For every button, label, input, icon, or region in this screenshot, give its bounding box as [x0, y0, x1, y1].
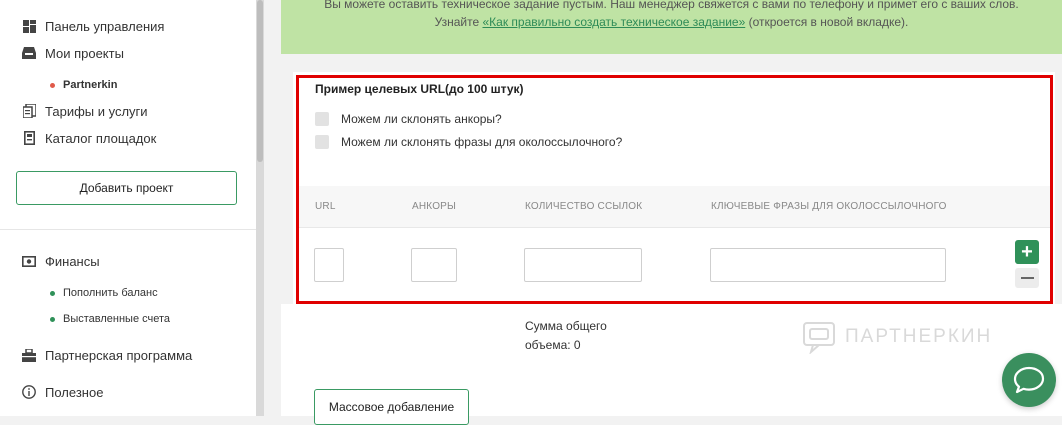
sidebar-item-projects[interactable]: Мои проекты [22, 43, 124, 63]
tariffs-icon [22, 104, 36, 118]
project-label: Partnerkin [63, 79, 118, 91]
subitem-dot [50, 290, 55, 296]
subitem-dot [50, 316, 55, 322]
project-dot [50, 82, 55, 88]
sidebar-item-project-partnerkin[interactable]: Partnerkin [50, 79, 117, 91]
info-icon [22, 385, 36, 399]
inbox-icon [22, 46, 36, 60]
sidebar-item-partner-program[interactable]: Партнерская программа [22, 345, 192, 365]
total-volume-line1: Сумма общего [525, 319, 607, 333]
dashboard-icon [22, 19, 36, 33]
sidebar-item-top-up[interactable]: Пополнить баланс [50, 287, 158, 299]
sidebar-item-label: Полезное [45, 384, 104, 400]
watermark-text: ПАРТНЕРКИН [845, 326, 993, 347]
catalog-icon [22, 131, 36, 145]
watermark-logo-icon [803, 322, 835, 354]
total-volume-line2: объема: 0 [525, 338, 581, 352]
sidebar-item-label: Мои проекты [45, 45, 124, 61]
sidebar: Панель управления Мои проекты Partnerkin… [0, 0, 256, 416]
highlight-frame [296, 75, 1053, 304]
sidebar-item-catalog[interactable]: Каталог площадок [22, 128, 156, 148]
sidebar-item-tariffs[interactable]: Тарифы и услуги [22, 101, 148, 121]
subitem-label: Пополнить баланс [63, 287, 158, 299]
sidebar-divider [0, 229, 256, 230]
sidebar-item-label: Тарифы и услуги [45, 103, 148, 119]
mass-add-button[interactable]: Массовое добавление [314, 389, 469, 425]
sidebar-item-dashboard[interactable]: Панель управления [22, 16, 164, 36]
sidebar-item-finance[interactable]: Финансы [22, 251, 100, 271]
sidebar-item-label: Панель управления [45, 18, 165, 34]
banner-suffix: (откроется в новой вкладке). [745, 15, 909, 29]
sidebar-item-label: Партнерская программа [45, 347, 193, 363]
subitem-label: Выставленные счета [63, 313, 171, 325]
sidebar-item-invoices[interactable]: Выставленные счета [50, 313, 170, 325]
add-project-button[interactable]: Добавить проект [16, 171, 237, 205]
total-volume: Сумма общего объема: 0 [525, 317, 607, 355]
chat-button[interactable] [1002, 353, 1056, 407]
sidebar-item-label: Каталог площадок [45, 130, 157, 146]
sidebar-item-useful[interactable]: Полезное [22, 382, 103, 402]
banner-line2: Узнайте «Как правильно создать техническ… [281, 13, 1062, 31]
sidebar-scrollbar-thumb[interactable] [257, 0, 263, 162]
money-icon [22, 254, 36, 268]
banner-prefix: Узнайте [434, 15, 483, 29]
watermark: ПАРТНЕРКИН [803, 320, 992, 354]
info-banner: Вы можете оставить техническое задание п… [281, 0, 1062, 54]
sidebar-item-label: Финансы [45, 253, 100, 269]
chat-bubble-icon [1013, 366, 1045, 394]
partner-icon [22, 348, 36, 362]
guide-link[interactable]: «Как правильно создать техническое задан… [482, 15, 745, 29]
banner-line1: Вы можете оставить техническое задание п… [324, 0, 1019, 11]
